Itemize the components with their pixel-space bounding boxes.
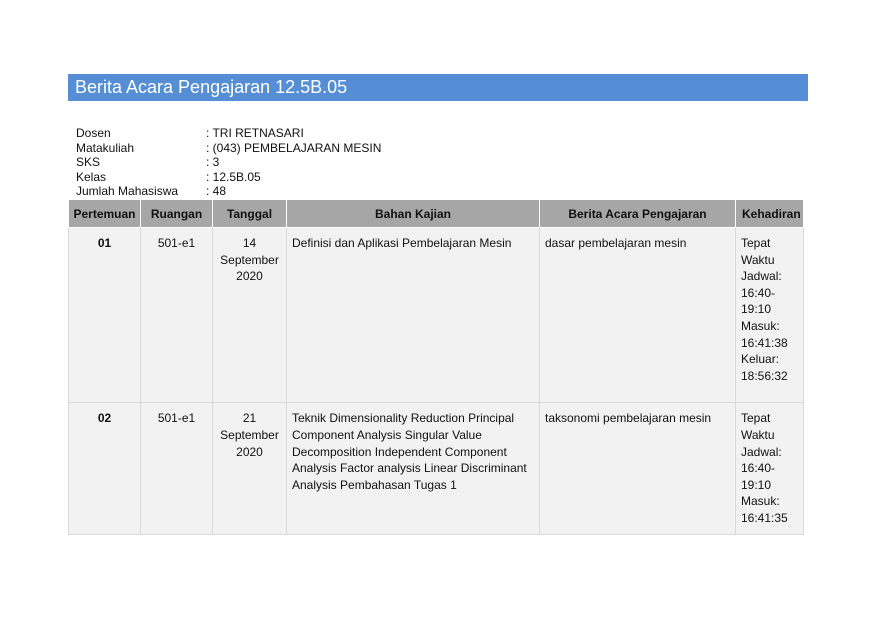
info-value: : 3 — [206, 155, 220, 169]
info-value: : 48 — [206, 184, 227, 198]
kehadiran-line: Waktu — [741, 427, 775, 442]
header-ruangan: Ruangan — [140, 199, 213, 228]
header-berita-acara: Berita Acara Pengajaran — [539, 199, 736, 228]
kehadiran-line: Tepat — [741, 411, 771, 426]
cell-berita-acara: dasar pembelajaran mesin — [539, 226, 736, 404]
cell-kehadiran: Tepat Waktu Jadwal: 16:40- 19:10 Masuk: … — [735, 226, 804, 404]
table-row: 02 501-e1 21 September 2020 Teknik Dimen… — [68, 402, 804, 535]
info-label: Dosen — [76, 126, 111, 140]
info-row-jumlah-mahasiswa: Jumlah Mahasiswa : 48 — [76, 184, 381, 199]
info-label: SKS — [76, 155, 101, 169]
header-pertemuan: Pertemuan — [68, 199, 141, 228]
cell-kehadiran: Tepat Waktu Jadwal: 16:40- 19:10 Masuk: … — [735, 402, 804, 535]
kehadiran-line: Waktu — [741, 252, 775, 267]
cell-berita-acara: taksonomi pembelajaran mesin — [539, 402, 736, 535]
cell-tanggal: 21 September 2020 — [212, 402, 287, 535]
info-row-sks: SKS : 3 — [76, 155, 381, 170]
kehadiran-line: 16:40- — [741, 285, 776, 300]
info-value: : TRI RETNASARI — [206, 126, 304, 140]
cell-bahan-kajian: Definisi dan Aplikasi Pembelajaran Mesin — [286, 226, 540, 404]
header-tanggal: Tanggal — [212, 199, 287, 228]
cell-bahan-kajian: Teknik Dimensionality Reduction Principa… — [286, 402, 540, 535]
kehadiran-line: Masuk: — [741, 318, 780, 333]
kehadiran-line: 16:41:38 — [741, 335, 788, 350]
info-row-matakuliah: Matakuliah : (043) PEMBELAJARAN MESIN — [76, 141, 381, 156]
header-bahan-kajian: Bahan Kajian — [286, 199, 540, 228]
course-info: Dosen : TRI RETNASARI Matakuliah : (043)… — [76, 126, 381, 199]
cell-ruangan: 501-e1 — [140, 226, 213, 404]
kehadiran-line: Jadwal: — [741, 444, 782, 459]
cell-pertemuan: 02 — [68, 402, 141, 535]
kehadiran-line: 16:41:35 — [741, 510, 788, 525]
cell-pertemuan: 01 — [68, 226, 141, 404]
cell-ruangan: 501-e1 — [140, 402, 213, 535]
kehadiran-line: Tepat — [741, 236, 771, 250]
header-kehadiran: Kehadiran — [735, 199, 804, 228]
info-label: Kelas — [76, 169, 107, 184]
info-label: Jumlah Mahasiswa — [76, 184, 179, 198]
kehadiran-line: 19:10 — [741, 302, 772, 317]
page-title: Berita Acara Pengajaran 12.5B.05 — [68, 74, 808, 101]
kehadiran-line: 18:56:32 — [741, 368, 788, 383]
table-header-row: Pertemuan Ruangan Tanggal Bahan Kajian B… — [68, 199, 804, 228]
info-label: Matakuliah — [76, 140, 135, 155]
info-value: : 12.5B.05 — [206, 169, 261, 184]
info-row-kelas: Kelas : 12.5B.05 — [76, 170, 381, 185]
teaching-record-table: Pertemuan Ruangan Tanggal Bahan Kajian B… — [68, 199, 804, 535]
cell-tanggal: 14 September 2020 — [212, 226, 287, 404]
info-row-dosen: Dosen : TRI RETNASARI — [76, 126, 381, 141]
info-value: : (043) PEMBELAJARAN MESIN — [206, 140, 382, 155]
kehadiran-line: Jadwal: — [741, 269, 782, 284]
kehadiran-line: 19:10 — [741, 477, 772, 492]
kehadiran-line: Masuk: — [741, 494, 780, 509]
table-row: 01 501-e1 14 September 2020 Definisi dan… — [68, 226, 804, 404]
kehadiran-line: Keluar: — [741, 352, 780, 367]
kehadiran-line: 16:40- — [741, 461, 776, 476]
